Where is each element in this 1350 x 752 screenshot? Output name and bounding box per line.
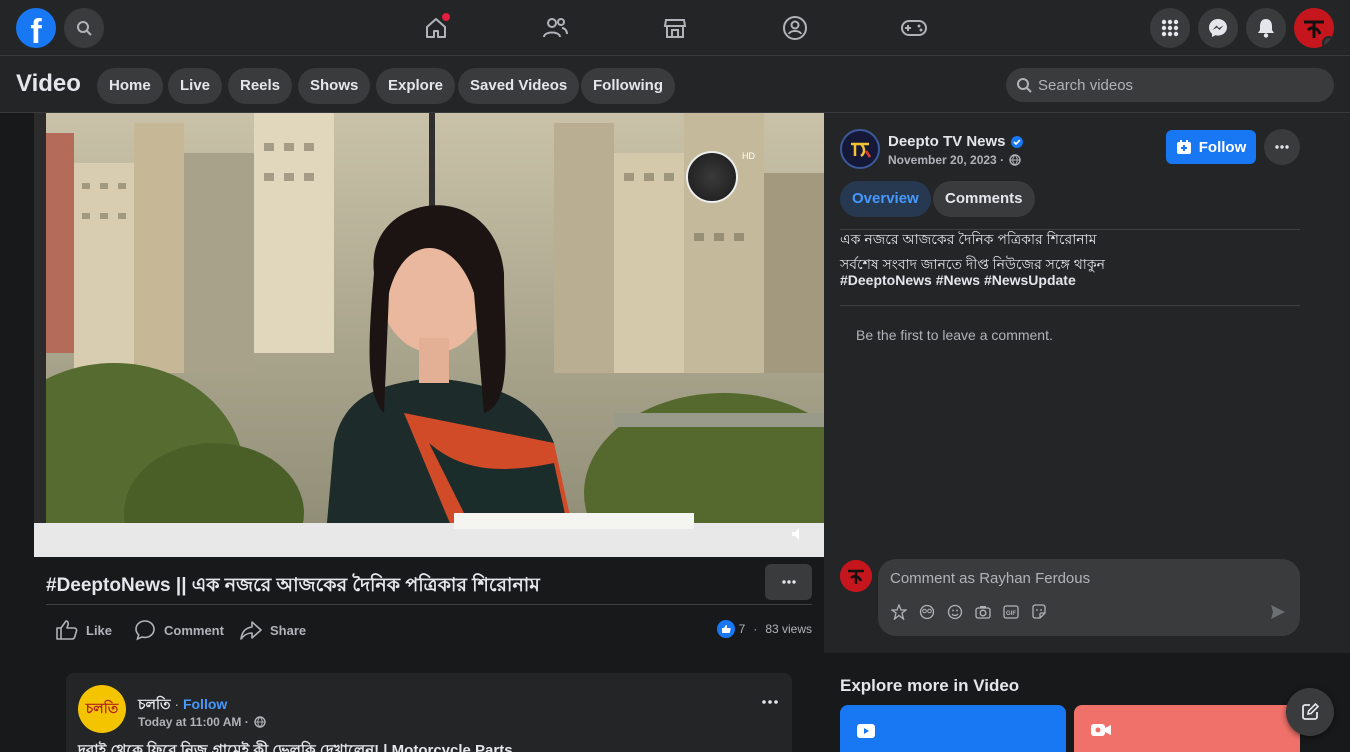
like-label: Like	[86, 622, 113, 638]
video-play-icon	[856, 722, 876, 745]
comment-tools: GIF	[890, 603, 1048, 621]
camera-icon[interactable]	[974, 603, 992, 621]
page-name[interactable]: চলতি	[138, 696, 171, 712]
next-video-post: চলতি চলতি · Follow Today at 11:00 AM · দ…	[66, 673, 792, 752]
menu-grid-icon[interactable]	[1150, 8, 1190, 48]
like-button[interactable]: Like	[56, 618, 112, 642]
verified-badge-icon	[1010, 135, 1023, 148]
tab-home[interactable]: Home	[97, 68, 163, 104]
emoji-face-icon[interactable]	[918, 603, 936, 621]
share-label: Share	[270, 622, 307, 638]
post-time[interactable]: Today at 11:00 AM ·	[138, 715, 266, 729]
like-icon	[56, 620, 78, 640]
tab-comments[interactable]: Comments	[933, 181, 1035, 217]
comment-label: Comment	[164, 622, 224, 638]
facebook-logo[interactable]: f	[16, 8, 56, 48]
avatar-text: চলতি	[85, 700, 119, 716]
globe-icon	[254, 716, 266, 728]
tab-shows[interactable]: Shows	[298, 68, 371, 104]
page-name[interactable]: Deepto TV News	[888, 133, 1006, 150]
tab-saved-videos[interactable]: Saved Videos	[458, 68, 580, 104]
page-title: Video	[16, 70, 81, 97]
channel-watermark-logo: HD	[686, 151, 755, 203]
search-videos-box[interactable]	[1006, 68, 1334, 102]
video-player[interactable]: HD	[34, 113, 824, 557]
follow-label: Follow	[1198, 138, 1247, 156]
svg-text:GIF: GIF	[1006, 611, 1016, 617]
account-dropdown-icon[interactable]	[1322, 36, 1334, 48]
post-title[interactable]: দুবাই থেকে ফিরে নিজ গ্রামেই কী ভেলকি দেখ…	[78, 739, 513, 752]
reactions-summary[interactable]: 7 · 83 views	[716, 620, 812, 638]
page-avatar[interactable]: চলতি	[78, 685, 126, 733]
post-date[interactable]: November 20, 2023 ·	[888, 153, 1022, 167]
top-navigation-bar: f	[0, 0, 1350, 56]
notifications-icon[interactable]	[1246, 8, 1286, 48]
page-name-row: Deepto TV News	[888, 133, 1023, 150]
search-videos-input[interactable]	[1038, 68, 1328, 102]
follow-link[interactable]: Follow	[183, 696, 227, 712]
view-count: 83 views	[765, 622, 812, 636]
volume-icon[interactable]	[790, 526, 806, 547]
tab-reels[interactable]: Reels	[228, 68, 293, 104]
groups-icon[interactable]	[779, 12, 811, 44]
gaming-icon[interactable]	[898, 12, 930, 44]
profile-avatar[interactable]	[1294, 8, 1334, 48]
page-avatar[interactable]	[840, 129, 880, 169]
new-message-button[interactable]	[1286, 688, 1334, 736]
follow-button[interactable]: Follow	[1166, 130, 1256, 164]
tab-following[interactable]: Following	[581, 68, 675, 104]
description-line: এক নজরে আজকের দৈনিক পত্রিকার শিরোনাম	[840, 231, 1097, 247]
like-reaction-icon	[716, 620, 735, 638]
friends-icon[interactable]	[539, 12, 571, 44]
user-avatar[interactable]	[840, 560, 872, 592]
post-time-text[interactable]: Today at 11:00 AM ·	[138, 715, 249, 729]
comment-composer[interactable]: GIF	[878, 559, 1300, 636]
reaction-count: 7	[738, 622, 746, 636]
video-title: #DeeptoNews || এক নজরে আজকের দৈনিক পত্রি…	[46, 575, 540, 596]
messenger-icon[interactable]	[1198, 8, 1238, 48]
share-button[interactable]: Share	[240, 618, 306, 642]
follow-icon	[1176, 140, 1191, 154]
tab-live[interactable]: Live	[168, 68, 223, 104]
explore-card-live[interactable]	[1074, 705, 1300, 752]
more-options-button[interactable]	[765, 564, 812, 600]
tab-explore[interactable]: Explore	[376, 68, 456, 104]
separator: ·	[174, 696, 180, 712]
compose-icon	[1302, 702, 1320, 720]
more-options-icon[interactable]	[762, 691, 778, 709]
live-video-icon	[1090, 722, 1112, 743]
emoji-icon[interactable]	[946, 603, 964, 621]
send-icon[interactable]	[1270, 604, 1286, 625]
video-header-bar: Video Home Live Reels Shows Explore Save…	[0, 56, 1350, 113]
gif-icon[interactable]: GIF	[1002, 603, 1020, 621]
avatar-sticker-icon[interactable]	[890, 603, 908, 621]
explore-heading: Explore more in Video	[840, 676, 1020, 695]
comment-input[interactable]	[890, 565, 1290, 591]
explore-card-video[interactable]	[840, 705, 1066, 752]
divider	[46, 604, 812, 605]
hashtags[interactable]: #DeeptoNews #News #NewsUpdate	[840, 272, 1076, 288]
search-icon[interactable]	[64, 8, 104, 48]
video-post-panel: HD #DeeptoNews || এক নজরে আজকের দৈনিক পত…	[34, 113, 824, 653]
share-icon	[240, 621, 262, 640]
separator: ·	[753, 622, 758, 636]
comment-button[interactable]: Comment	[134, 618, 224, 642]
home-icon[interactable]	[420, 12, 452, 44]
post-date-text[interactable]: November 20, 2023 ·	[888, 153, 1004, 167]
sticker-icon[interactable]	[1030, 603, 1048, 621]
marketplace-icon[interactable]	[659, 12, 691, 44]
hd-label: HD	[742, 151, 755, 161]
comment-icon	[135, 620, 155, 641]
search-icon	[1017, 78, 1032, 93]
more-options-button[interactable]	[1264, 129, 1300, 165]
tab-overview[interactable]: Overview	[840, 181, 931, 217]
empty-comments-text: Be the first to leave a comment.	[856, 327, 1053, 343]
globe-icon	[1009, 154, 1022, 166]
video-details-panel: Deepto TV News November 20, 2023 · Follo…	[824, 113, 1350, 653]
post-author-row: চলতি · Follow	[138, 693, 227, 717]
divider	[840, 305, 1300, 306]
notification-dot	[442, 13, 450, 21]
